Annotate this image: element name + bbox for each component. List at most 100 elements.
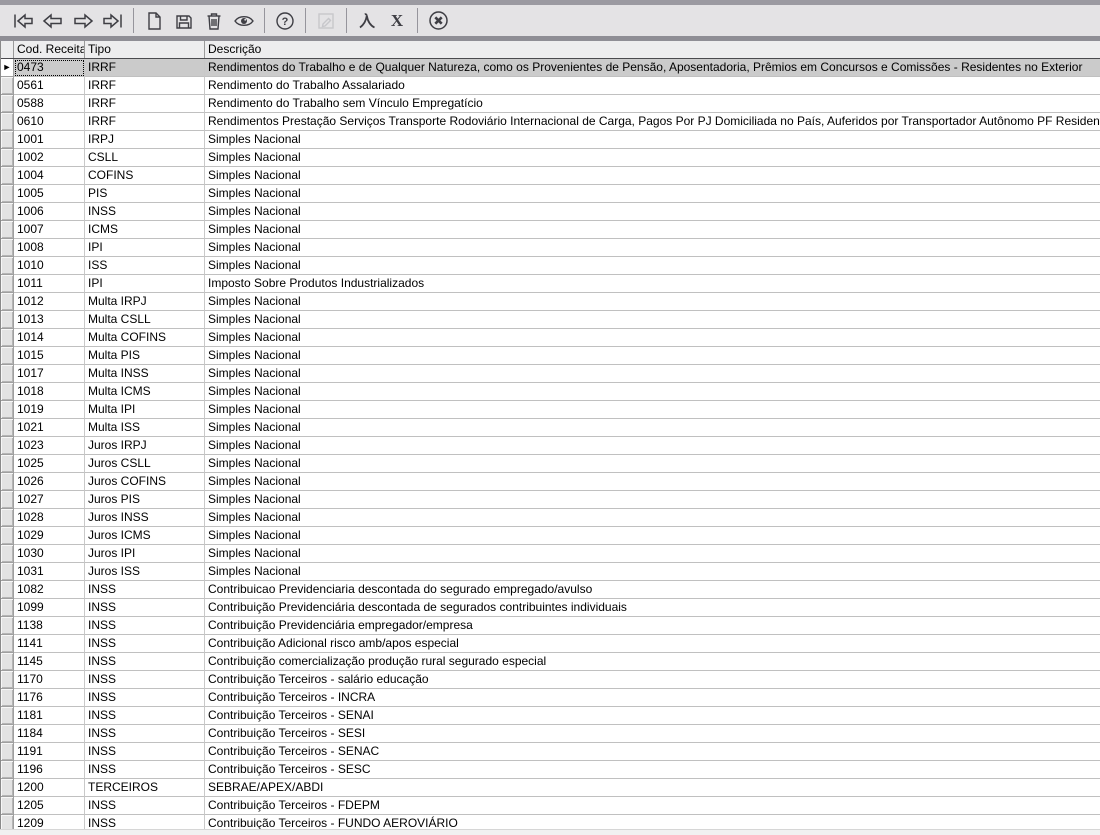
table-row[interactable]: 1025Juros CSLLSimples Nacional [1, 455, 1100, 473]
cell-tipo[interactable]: IRRF [85, 77, 205, 95]
cell-tipo[interactable]: INSS [85, 743, 205, 761]
cell-descricao[interactable]: Simples Nacional [205, 185, 1100, 203]
prior-record-button[interactable] [38, 8, 68, 34]
table-row[interactable]: 1028Juros INSSSimples Nacional [1, 509, 1100, 527]
cell-descricao[interactable]: Simples Nacional [205, 437, 1100, 455]
cell-descricao[interactable]: Simples Nacional [205, 167, 1100, 185]
cell-tipo[interactable]: IRPJ [85, 131, 205, 149]
cell-tipo[interactable]: INSS [85, 761, 205, 779]
table-row[interactable]: 1031Juros ISSSimples Nacional [1, 563, 1100, 581]
delete-record-button[interactable] [199, 8, 229, 34]
table-row[interactable]: 1181INSSContribuição Terceiros - SENAI [1, 707, 1100, 725]
cell-descricao[interactable]: Simples Nacional [205, 401, 1100, 419]
cell-cod-receita[interactable]: 1099 [14, 599, 85, 617]
table-row[interactable]: 1004COFINSSimples Nacional [1, 167, 1100, 185]
cell-descricao[interactable]: Contribuição Terceiros - SESI [205, 725, 1100, 743]
table-row[interactable]: 1082INSSContribuicao Previdenciaria desc… [1, 581, 1100, 599]
table-row[interactable]: 1138INSSContribuição Previdenciária empr… [1, 617, 1100, 635]
cell-cod-receita[interactable]: 1019 [14, 401, 85, 419]
cell-descricao[interactable]: Simples Nacional [205, 491, 1100, 509]
cell-tipo[interactable]: Juros PIS [85, 491, 205, 509]
table-row[interactable]: 1191INSSContribuição Terceiros - SENAC [1, 743, 1100, 761]
cell-descricao[interactable]: Contribuição Adicional risco amb/apos es… [205, 635, 1100, 653]
export-excel-button[interactable]: X [382, 8, 412, 34]
cell-tipo[interactable]: INSS [85, 203, 205, 221]
cell-cod-receita[interactable]: 1196 [14, 761, 85, 779]
cell-cod-receita[interactable]: 1014 [14, 329, 85, 347]
cell-descricao[interactable]: Contribuição Terceiros - INCRA [205, 689, 1100, 707]
table-row[interactable]: 1013Multa CSLLSimples Nacional [1, 311, 1100, 329]
table-row[interactable]: 1200TERCEIROSSEBRAE/APEX/ABDI [1, 779, 1100, 797]
cell-tipo[interactable]: INSS [85, 797, 205, 815]
cell-descricao[interactable]: Imposto Sobre Produtos Industrializados [205, 275, 1100, 293]
table-row[interactable]: 1001IRPJSimples Nacional [1, 131, 1100, 149]
table-row[interactable]: 1015Multa PISSimples Nacional [1, 347, 1100, 365]
table-row[interactable]: 1006INSSSimples Nacional [1, 203, 1100, 221]
cell-tipo[interactable]: Juros ICMS [85, 527, 205, 545]
cell-descricao[interactable]: Simples Nacional [205, 527, 1100, 545]
cell-descricao[interactable]: Contribuição Previdenciária empregador/e… [205, 617, 1100, 635]
cell-descricao[interactable]: Simples Nacional [205, 203, 1100, 221]
cell-cod-receita[interactable]: 1021 [14, 419, 85, 437]
cell-cod-receita[interactable]: 1082 [14, 581, 85, 599]
cell-cod-receita[interactable]: 1031 [14, 563, 85, 581]
cell-tipo[interactable]: ICMS [85, 221, 205, 239]
cell-descricao[interactable]: Rendimento do Trabalho sem Vínculo Empre… [205, 95, 1100, 113]
table-row[interactable]: 1007ICMSSimples Nacional [1, 221, 1100, 239]
cell-cod-receita[interactable]: 1012 [14, 293, 85, 311]
cell-cod-receita[interactable]: 1170 [14, 671, 85, 689]
cell-cod-receita[interactable]: 1023 [14, 437, 85, 455]
cell-cod-receita[interactable]: 0473 [14, 59, 85, 77]
cell-descricao[interactable]: Simples Nacional [205, 293, 1100, 311]
cell-tipo[interactable]: Multa IRPJ [85, 293, 205, 311]
cell-tipo[interactable]: Multa IPI [85, 401, 205, 419]
cell-cod-receita[interactable]: 1191 [14, 743, 85, 761]
edit-record-button[interactable] [311, 8, 341, 34]
cell-tipo[interactable]: INSS [85, 653, 205, 671]
cell-cod-receita[interactable]: 1145 [14, 653, 85, 671]
cell-cod-receita[interactable]: 1200 [14, 779, 85, 797]
cell-tipo[interactable]: IRRF [85, 95, 205, 113]
table-row[interactable]: 1027Juros PISSimples Nacional [1, 491, 1100, 509]
table-row[interactable]: 1029Juros ICMSSimples Nacional [1, 527, 1100, 545]
cell-tipo[interactable]: Multa ICMS [85, 383, 205, 401]
table-row[interactable]: 1026Juros COFINSSimples Nacional [1, 473, 1100, 491]
cell-tipo[interactable]: Juros ISS [85, 563, 205, 581]
cell-cod-receita[interactable]: 1028 [14, 509, 85, 527]
cell-descricao[interactable]: Contribuição Terceiros - salário educaçã… [205, 671, 1100, 689]
cell-cod-receita[interactable]: 0561 [14, 77, 85, 95]
cell-tipo[interactable]: INSS [85, 599, 205, 617]
cell-tipo[interactable]: PIS [85, 185, 205, 203]
cell-descricao[interactable]: Rendimentos Prestação Serviços Transport… [205, 113, 1100, 131]
table-row[interactable]: 1010ISSSimples Nacional [1, 257, 1100, 275]
cell-cod-receita[interactable]: 1017 [14, 365, 85, 383]
cell-cod-receita[interactable]: 1026 [14, 473, 85, 491]
cell-descricao[interactable]: Contribuição Terceiros - SENAI [205, 707, 1100, 725]
cell-cod-receita[interactable]: 1011 [14, 275, 85, 293]
new-record-button[interactable] [139, 8, 169, 34]
cell-descricao[interactable]: Simples Nacional [205, 419, 1100, 437]
cell-tipo[interactable]: Multa ISS [85, 419, 205, 437]
cell-cod-receita[interactable]: 1205 [14, 797, 85, 815]
cell-tipo[interactable]: Multa CSLL [85, 311, 205, 329]
cell-cod-receita[interactable]: 1007 [14, 221, 85, 239]
cell-cod-receita[interactable]: 1184 [14, 725, 85, 743]
cell-descricao[interactable]: Contribuição Terceiros - FDEPM [205, 797, 1100, 815]
cell-cod-receita[interactable]: 1141 [14, 635, 85, 653]
cell-descricao[interactable]: Simples Nacional [205, 221, 1100, 239]
table-row[interactable]: 1005PISSimples Nacional [1, 185, 1100, 203]
header-cod-receita[interactable]: Cod. Receita [14, 41, 85, 58]
header-descricao[interactable]: Descrição [205, 41, 1100, 58]
close-button[interactable] [423, 8, 453, 34]
cell-tipo[interactable]: Juros COFINS [85, 473, 205, 491]
cell-descricao[interactable]: Simples Nacional [205, 383, 1100, 401]
cell-cod-receita[interactable]: 1025 [14, 455, 85, 473]
view-record-button[interactable] [229, 8, 259, 34]
table-row[interactable]: ►0473IRRFRendimentos do Trabalho e de Qu… [1, 59, 1100, 77]
cell-descricao[interactable]: Simples Nacional [205, 473, 1100, 491]
table-row[interactable]: 1184INSSContribuição Terceiros - SESI [1, 725, 1100, 743]
table-row[interactable]: 1017Multa INSSSimples Nacional [1, 365, 1100, 383]
cell-tipo[interactable]: Juros CSLL [85, 455, 205, 473]
cell-descricao[interactable]: Simples Nacional [205, 131, 1100, 149]
save-record-button[interactable] [169, 8, 199, 34]
